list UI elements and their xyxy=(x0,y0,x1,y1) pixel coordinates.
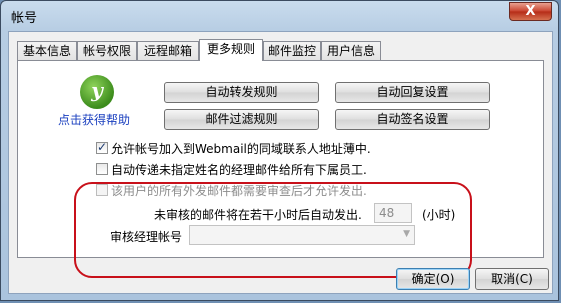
auto-forward-rules-button[interactable]: 自动转发规则 xyxy=(164,82,319,103)
auto-send-hours-input[interactable]: 48 xyxy=(374,203,412,223)
pass-unassigned-mail-label: 自动传递未指定姓名的经理邮件给所有下属员工. xyxy=(111,163,367,177)
reviewer-account-select[interactable]: ▼ xyxy=(189,225,415,245)
tab-mail-monitor[interactable]: 邮件监控 xyxy=(263,41,321,60)
add-to-webmail-checkbox[interactable] xyxy=(96,140,108,154)
mail-filter-rules-button[interactable]: 邮件过滤规则 xyxy=(164,109,319,130)
tab-account-permissions[interactable]: 帐号权限 xyxy=(77,41,137,60)
help-link[interactable]: 点击获得帮助 xyxy=(58,111,130,128)
hours-unit-label: (小时) xyxy=(422,208,456,222)
auto-reply-settings-button[interactable]: 自动回复设置 xyxy=(335,82,490,103)
tab-remote-mailbox[interactable]: 远程邮箱 xyxy=(137,41,199,60)
account-dialog: 帐号 X 基本信息 帐号权限 远程邮箱 更多规则 邮件监控 用户信息 y 点击获… xyxy=(0,0,559,301)
close-button[interactable]: X xyxy=(509,2,552,21)
auto-send-label: 未审核的邮件将在若干小时后自动发出. xyxy=(154,208,362,222)
window-title: 帐号 xyxy=(11,11,38,26)
more-rules-panel: y 点击获得帮助 自动转发规则 自动回复设置 邮件过滤规则 自动签名设置 允许帐… xyxy=(17,60,544,278)
pass-unassigned-mail-checkbox[interactable] xyxy=(96,163,108,175)
help-logo-icon[interactable]: y xyxy=(80,75,114,109)
chevron-down-icon: ▼ xyxy=(403,229,410,239)
close-icon: X xyxy=(525,4,536,19)
tab-basic-info[interactable]: 基本信息 xyxy=(17,41,77,60)
help-logo-letter: y xyxy=(91,78,103,102)
reviewer-label: 审核经理帐号 xyxy=(110,230,183,244)
auto-signature-settings-button[interactable]: 自动签名设置 xyxy=(335,109,490,130)
tab-more-rules[interactable]: 更多规则 xyxy=(199,39,263,61)
require-review-label: 该用户的所有外发邮件都需要审查后才允许发出. xyxy=(111,184,367,198)
dialog-client-area: 基本信息 帐号权限 远程邮箱 更多规则 邮件监控 用户信息 y 点击获得帮助 自… xyxy=(8,31,553,294)
require-review-checkbox[interactable] xyxy=(96,184,108,196)
title-bar[interactable]: 帐号 X xyxy=(1,1,558,29)
ok-button[interactable]: 确定(O) xyxy=(396,268,470,290)
cancel-button[interactable]: 取消(C) xyxy=(475,268,549,290)
add-to-webmail-label: 允许帐号加入到Webmail的同域联系人地址薄中. xyxy=(111,142,371,156)
tab-user-info[interactable]: 用户信息 xyxy=(321,41,381,60)
